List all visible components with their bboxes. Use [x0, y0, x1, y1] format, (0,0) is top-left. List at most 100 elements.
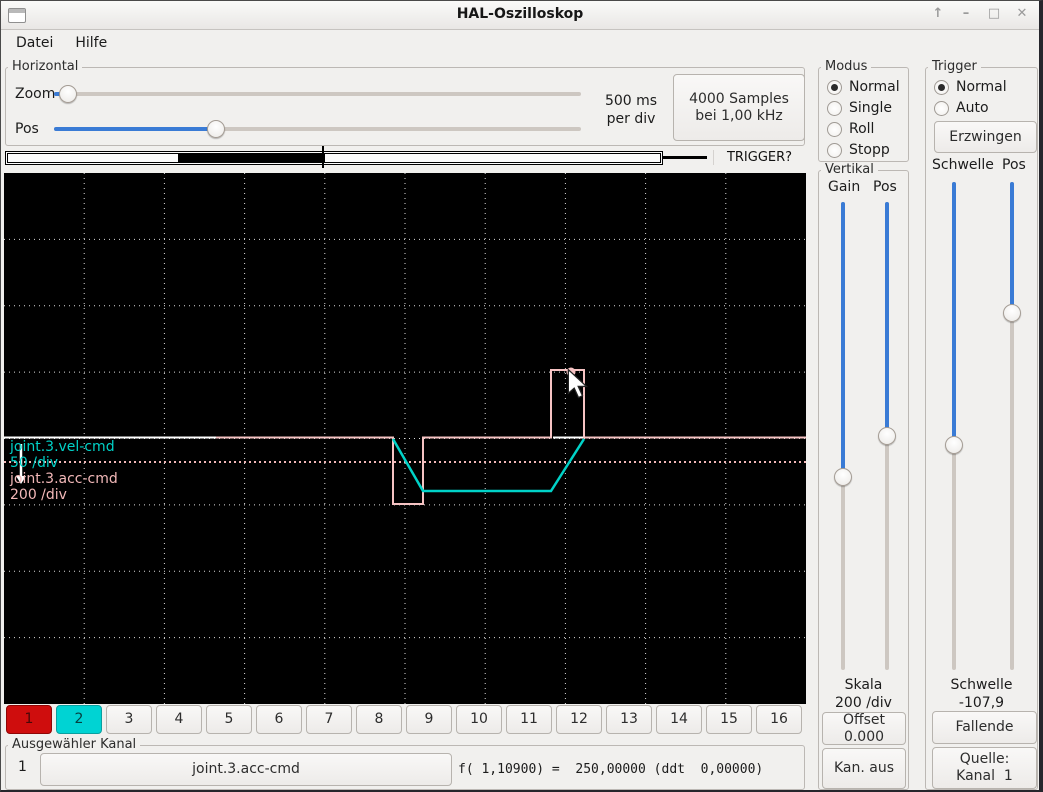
pos-slider-fill — [54, 127, 216, 131]
zoom-label: Zoom — [15, 86, 55, 102]
trigger-level-slider-handle[interactable] — [945, 436, 963, 454]
gain-slider[interactable] — [834, 202, 852, 670]
channel-button-6[interactable]: 6 — [256, 705, 302, 734]
zoom-slider-handle[interactable] — [59, 85, 77, 103]
menubar: Datei Hilfe — [1, 31, 1039, 58]
channel-button-8[interactable]: 8 — [356, 705, 402, 734]
timebase-readout: 500 ms per div — [587, 92, 675, 128]
titlebar: HAL-Oszilloskop ↑ – □ ✕ — [1, 1, 1039, 30]
modus-radio-stopp[interactable]: Stopp — [827, 142, 890, 158]
vertikal-group: Vertikal Gain Pos Skala 200 /div Offset … — [818, 170, 909, 790]
menu-hilfe[interactable]: Hilfe — [64, 31, 118, 58]
channel-button-10[interactable]: 10 — [456, 705, 502, 734]
trigger-level-readout-value: -107,9 — [926, 695, 1037, 711]
vertical-pos-slider-fill — [885, 202, 889, 436]
scope-label: joint.3.vel-cmd — [10, 439, 118, 455]
gain-label: Gain — [828, 179, 860, 195]
pos-slider-handle[interactable] — [207, 120, 225, 138]
trigger-edge-button[interactable]: Fallende — [932, 711, 1037, 744]
scope-display[interactable]: joint.3.vel-cmd50 /divjoint.3.acc-cmd200… — [4, 173, 806, 704]
radio-icon — [934, 80, 949, 95]
channel-source-button[interactable]: joint.3.acc-cmd — [40, 753, 452, 786]
mouse-cursor-icon — [567, 369, 589, 399]
window-title: HAL-Oszilloskop — [1, 6, 1039, 22]
zoom-slider-track[interactable] — [54, 92, 581, 96]
radio-icon — [934, 101, 949, 116]
acc-cmd-trace — [216, 370, 806, 504]
channel-button-2[interactable]: 2 — [56, 705, 102, 734]
modus-group: Modus Normal Single Roll Stopp — [818, 67, 909, 162]
trigger-source-button[interactable]: Quelle: Kanal 1 — [932, 747, 1037, 789]
samples-button[interactable]: 4000 Samples bei 1,00 kHz — [673, 74, 805, 141]
trigger-status-label: TRIGGER? — [713, 150, 805, 165]
channel-button-row: 12345678910111213141516 — [6, 705, 806, 734]
vertical-pos-slider[interactable] — [878, 202, 896, 670]
radio-icon — [827, 143, 842, 158]
force-trigger-button[interactable]: Erzwingen — [934, 121, 1037, 153]
scope-label: 50 /div — [10, 455, 118, 471]
zoom-slider[interactable] — [54, 85, 581, 103]
vertical-pos-label: Pos — [873, 179, 897, 195]
channel-button-12[interactable]: 12 — [556, 705, 602, 734]
shade-button[interactable]: ↑ — [929, 4, 947, 24]
trigger-pos-slider[interactable] — [1003, 182, 1021, 670]
trigger-level-readout-label: Schwelle — [926, 677, 1037, 693]
close-button[interactable]: ✕ — [1013, 4, 1031, 24]
app-window: HAL-Oszilloskop ↑ – □ ✕ Datei Hilfe Hori… — [0, 0, 1043, 792]
record-progress-bar — [5, 151, 663, 165]
channel-button-7[interactable]: 7 — [306, 705, 352, 734]
modus-radio-normal[interactable]: Normal — [827, 79, 900, 95]
skala-label: Skala — [819, 677, 908, 693]
record-tail-line — [663, 156, 707, 159]
radio-icon — [827, 80, 842, 95]
vertical-pos-slider-handle[interactable] — [878, 427, 896, 445]
channel-button-15[interactable]: 15 — [706, 705, 752, 734]
trigger-pos-slider-handle[interactable] — [1003, 304, 1021, 322]
selected-channel-number: 1 — [18, 759, 27, 775]
trigger-group-label: Trigger — [928, 59, 981, 74]
trigger-level-slider-fill — [952, 182, 956, 445]
trigger-radio-normal[interactable]: Normal — [934, 79, 1007, 95]
channel-button-9[interactable]: 9 — [406, 705, 452, 734]
vel-cmd-trace — [393, 439, 584, 491]
channel-button-3[interactable]: 3 — [106, 705, 152, 734]
menu-datei[interactable]: Datei — [5, 31, 64, 58]
gain-slider-handle[interactable] — [834, 468, 852, 486]
radio-icon — [827, 122, 842, 137]
trigger-radio-auto[interactable]: Auto — [934, 100, 989, 116]
record-progress-inner — [7, 153, 661, 163]
channel-button-4[interactable]: 4 — [156, 705, 202, 734]
channel-button-14[interactable]: 14 — [656, 705, 702, 734]
record-progress-fill — [178, 154, 325, 162]
trigger-level-slider[interactable] — [945, 182, 963, 670]
vertikal-group-label: Vertikal — [821, 162, 878, 177]
trigger-group: Trigger Normal Auto Erzwingen Schwelle P… — [925, 67, 1038, 790]
trigger-pos-slider-fill — [1010, 182, 1014, 313]
horizontal-group: Horizontal Zoom Pos 500 ms per div 4000 … — [5, 67, 805, 146]
gain-slider-fill — [841, 202, 845, 477]
skala-value: 200 /div — [819, 695, 908, 711]
record-trigger-tick — [322, 146, 324, 168]
horizontal-group-label: Horizontal — [8, 59, 82, 74]
pos-label: Pos — [15, 121, 39, 137]
radio-icon — [827, 101, 842, 116]
offset-button[interactable]: Offset 0.000 — [822, 712, 906, 745]
channel-button-13[interactable]: 13 — [606, 705, 652, 734]
channel-button-11[interactable]: 11 — [506, 705, 552, 734]
scope-label: joint.3.acc-cmd — [10, 471, 118, 487]
channel-value-readout: f( 1,10900) = 250,00000 (ddt 0,00000) — [458, 762, 763, 777]
scope-channel-labels: joint.3.vel-cmd50 /divjoint.3.acc-cmd200… — [10, 439, 118, 503]
modus-radio-roll[interactable]: Roll — [827, 121, 874, 137]
channel-button-16[interactable]: 16 — [756, 705, 802, 734]
modus-group-label: Modus — [821, 59, 871, 74]
schwelle-label: Schwelle — [932, 157, 994, 173]
channel-button-5[interactable]: 5 — [206, 705, 252, 734]
modus-radio-single[interactable]: Single — [827, 100, 892, 116]
channel-button-1[interactable]: 1 — [6, 705, 52, 734]
pos-slider[interactable] — [54, 120, 581, 138]
trigger-pos-label: Pos — [1002, 157, 1026, 173]
channel-off-button[interactable]: Kan. aus — [822, 748, 906, 789]
scope-label: 200 /div — [10, 487, 118, 503]
minimize-button[interactable]: – — [957, 4, 975, 24]
maximize-button[interactable]: □ — [985, 4, 1003, 24]
